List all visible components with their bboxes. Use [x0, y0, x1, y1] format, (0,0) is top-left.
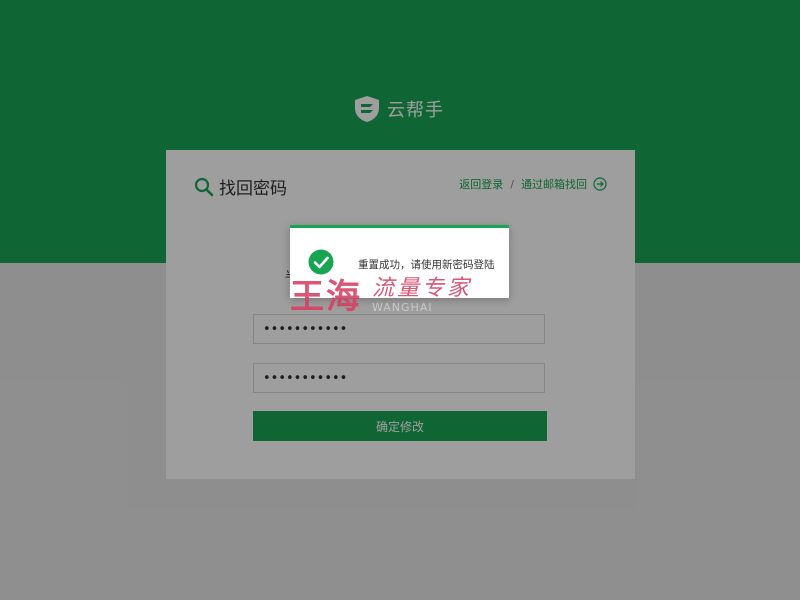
success-message: 重置成功，请使用新密码登陆	[358, 259, 495, 271]
modal-overlay	[0, 0, 800, 600]
page: 云帮手 找回密码 返回登录 / 通过邮箱找回 半 ••••••••••• •••…	[0, 0, 800, 600]
check-circle-icon	[308, 249, 334, 275]
success-dialog: 重置成功，请使用新密码登陆	[290, 225, 509, 298]
